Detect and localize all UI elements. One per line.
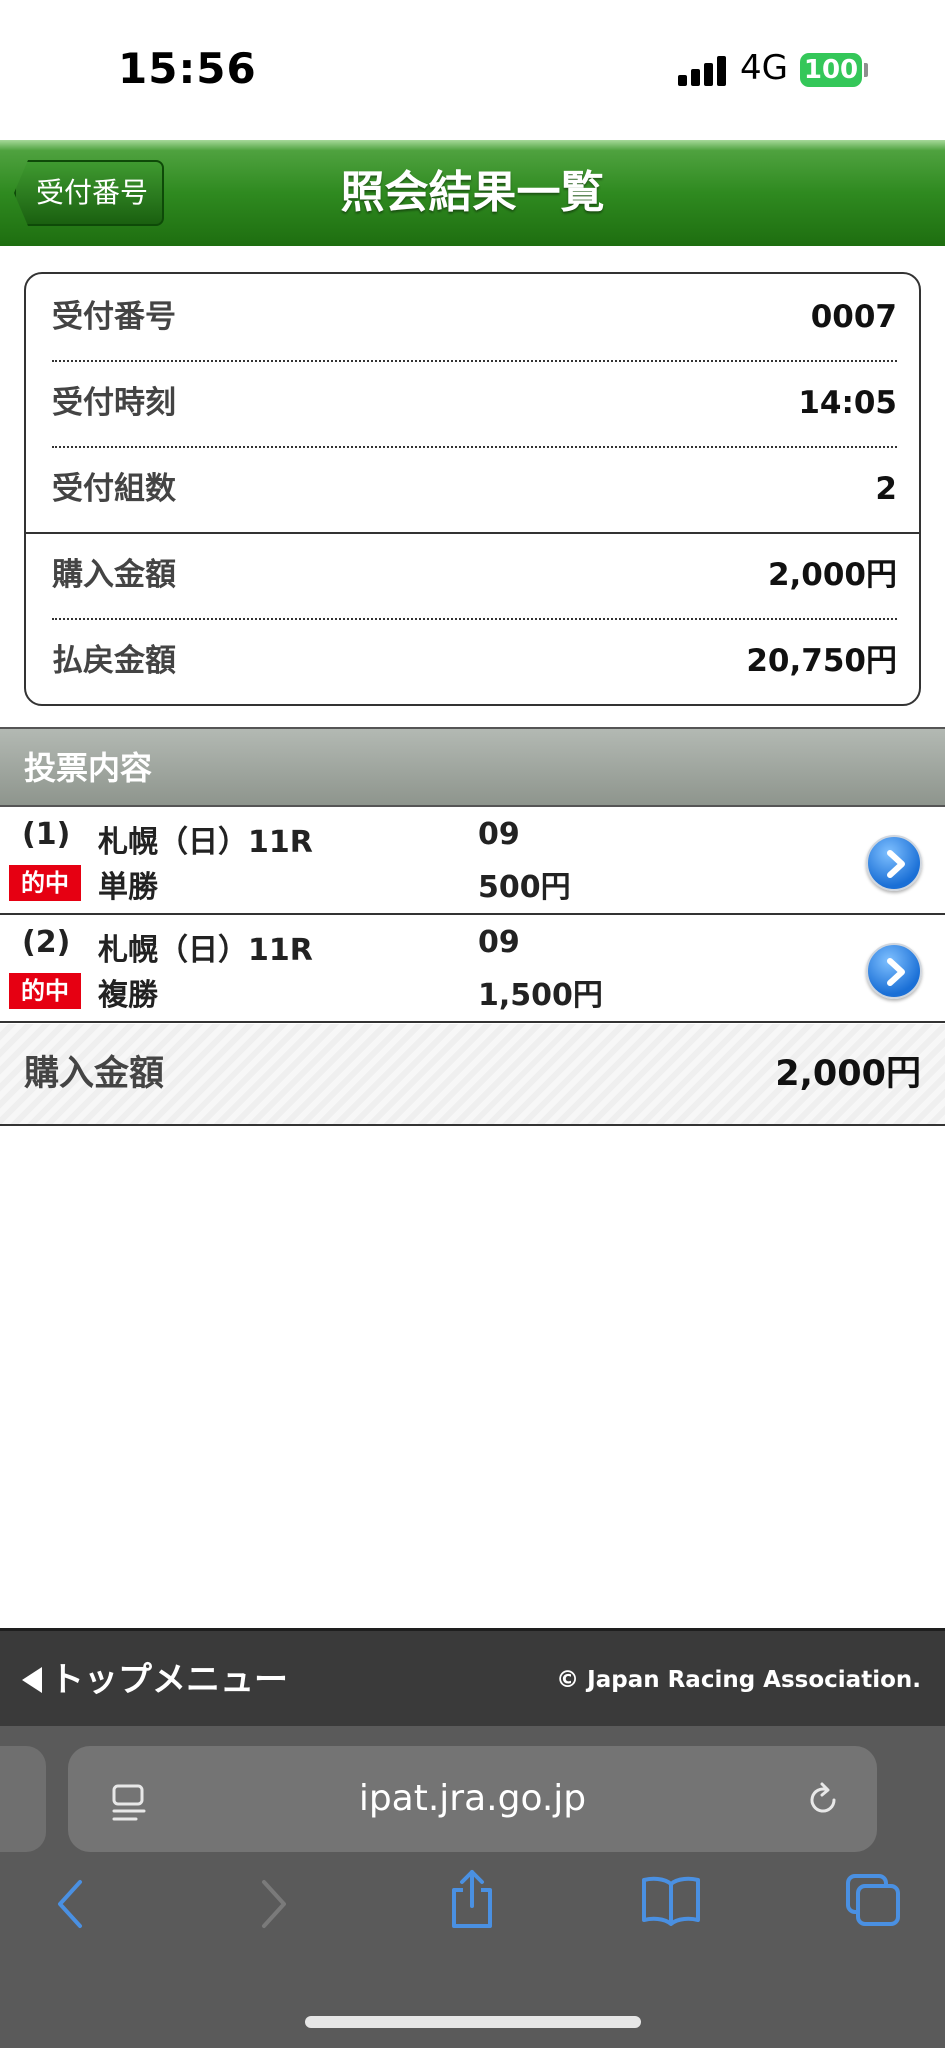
summary-value: 20,750円 — [746, 643, 897, 679]
summary-card: 受付番号 0007 受付時刻 14:05 受付組数 2 購入金額 2,000円 … — [24, 272, 921, 706]
summary-row-set-count: 受付組数 2 — [52, 446, 897, 532]
share-icon[interactable] — [446, 1868, 498, 1934]
top-menu-link[interactable]: トップメニュー — [22, 1631, 288, 1729]
section-header: 投票内容 — [0, 727, 945, 807]
summary-label: 受付組数 — [52, 471, 176, 507]
home-indicator — [305, 2016, 641, 2028]
summary-label: 購入金額 — [52, 557, 176, 593]
browser-chrome: ipat.jra.go.jp — [0, 1726, 945, 2048]
bet-row[interactable]: (1) 札幌（日）11R 09 的中 単勝 500円 — [0, 807, 945, 915]
top-menu-label: トップメニュー — [50, 1660, 288, 1700]
tabs-icon[interactable] — [844, 1872, 902, 1932]
bet-horse-number: 09 — [478, 925, 520, 960]
summary-row-receipt-time: 受付時刻 14:05 — [52, 360, 897, 446]
total-label: 購入金額 — [24, 1054, 165, 1094]
site-footer: トップメニュー © Japan Racing Association. — [0, 1628, 945, 1726]
summary-row-payout-amount: 払戻金額 20,750円 — [52, 618, 897, 704]
signal-icon — [678, 56, 728, 86]
hit-badge: 的中 — [9, 865, 81, 901]
reload-icon[interactable] — [803, 1780, 843, 1824]
battery-tip — [864, 63, 868, 77]
bet-type: 複勝 — [98, 978, 158, 1013]
status-bar: 15:56 4G 100 — [0, 0, 945, 140]
forward-icon[interactable] — [258, 1878, 290, 1934]
network-type: 4G — [740, 48, 788, 88]
bet-number: (2) — [22, 925, 71, 960]
section-title: 投票内容 — [24, 749, 153, 787]
summary-label: 受付番号 — [52, 299, 176, 335]
page-header: 照会結果一覧 受付番号 — [0, 140, 945, 246]
bet-race: 札幌（日）11R — [98, 825, 313, 860]
total-value: 2,000円 — [775, 1054, 921, 1094]
back-icon[interactable] — [54, 1878, 86, 1934]
bet-number: (1) — [22, 817, 71, 852]
summary-row-receipt-number: 受付番号 0007 — [52, 274, 897, 360]
status-time: 15:56 — [118, 44, 257, 93]
back-triangle-icon — [22, 1667, 42, 1693]
bet-horse-number: 09 — [478, 817, 520, 852]
previous-tab-peek[interactable] — [0, 1746, 46, 1852]
total-row: 購入金額 2,000円 — [0, 1024, 945, 1126]
bet-row[interactable]: (2) 札幌（日）11R 09 的中 複勝 1,500円 — [0, 915, 945, 1023]
battery-icon: 100 — [800, 53, 862, 87]
bet-race: 札幌（日）11R — [98, 933, 313, 968]
url-text: ipat.jra.go.jp — [358, 1778, 587, 1819]
address-bar[interactable]: ipat.jra.go.jp — [68, 1746, 877, 1852]
chevron-right-icon[interactable] — [866, 835, 922, 891]
bet-amount: 1,500円 — [478, 978, 603, 1013]
summary-value: 0007 — [810, 299, 897, 335]
bookmarks-icon[interactable] — [640, 1874, 702, 1930]
copyright: © Japan Racing Association. — [556, 1667, 921, 1693]
summary-label: 払戻金額 — [52, 643, 176, 679]
bet-type: 単勝 — [98, 870, 158, 905]
summary-value: 2 — [875, 471, 897, 507]
summary-value: 2,000円 — [767, 557, 897, 593]
summary-value: 14:05 — [798, 385, 897, 421]
summary-row-purchase-amount: 購入金額 2,000円 — [52, 532, 897, 618]
bet-amount: 500円 — [478, 870, 571, 905]
back-button[interactable]: 受付番号 — [14, 160, 164, 226]
chevron-right-icon[interactable] — [866, 943, 922, 999]
summary-label: 受付時刻 — [52, 385, 176, 421]
hit-badge: 的中 — [9, 973, 81, 1009]
